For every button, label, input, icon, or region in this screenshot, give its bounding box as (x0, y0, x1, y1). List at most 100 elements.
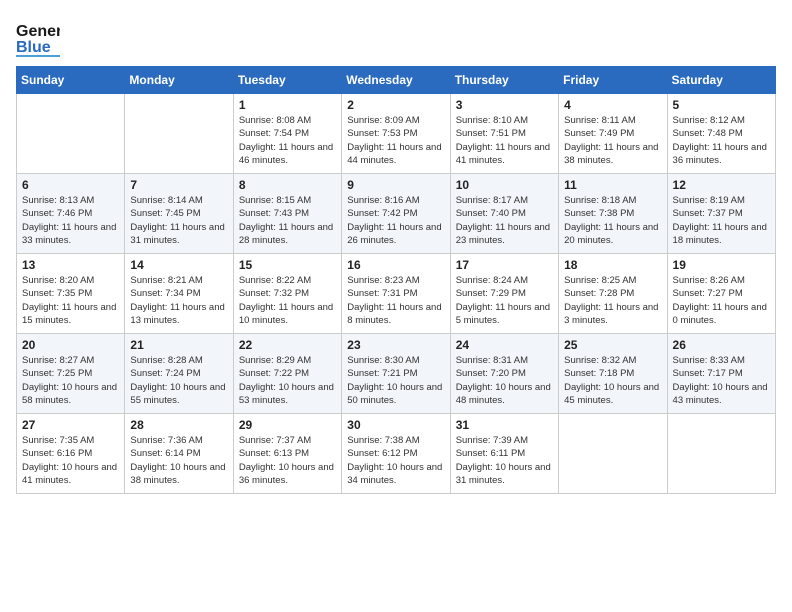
calendar-cell: 8 Sunrise: 8:15 AM Sunset: 7:43 PM Daylig… (233, 174, 341, 254)
day-number: 10 (456, 178, 553, 192)
day-content: Sunrise: 8:13 AM Sunset: 7:46 PM Dayligh… (22, 194, 119, 247)
calendar-cell: 29Sunrise: 7:37 AM Sunset: 6:13 PM Dayli… (233, 414, 341, 494)
page-header: General Blue (16, 16, 776, 56)
week-row-2: 6 Sunrise: 8:13 AM Sunset: 7:46 PM Daylig… (17, 174, 776, 254)
header-cell-thursday: Thursday (450, 67, 558, 94)
day-number: 23 (347, 338, 444, 352)
day-number: 2 (347, 98, 444, 112)
day-number: 5 (673, 98, 770, 112)
day-number: 19 (673, 258, 770, 272)
day-number: 24 (456, 338, 553, 352)
calendar-cell: 28 Sunrise: 7:36 AM Sunset: 6:14 PM Dayli… (125, 414, 233, 494)
day-content: Sunrise: 8:17 AM Sunset: 7:40 PM Dayligh… (456, 194, 553, 247)
calendar-cell: 27 Sunrise: 7:35 AM Sunset: 6:16 PM Dayli… (17, 414, 125, 494)
day-number: 27 (22, 418, 119, 432)
day-content: Sunrise: 7:35 AM Sunset: 6:16 PM Dayligh… (22, 434, 119, 487)
day-number: 8 (239, 178, 336, 192)
svg-text:Blue: Blue (16, 39, 51, 56)
day-content: Sunrise: 8:32 AM Sunset: 7:18 PM Dayligh… (564, 354, 661, 407)
day-number: 20 (22, 338, 119, 352)
day-content: Sunrise: 8:15 AM Sunset: 7:43 PM Dayligh… (239, 194, 336, 247)
week-row-4: 20 Sunrise: 8:27 AM Sunset: 7:25 PM Dayli… (17, 334, 776, 414)
day-content: Sunrise: 8:18 AM Sunset: 7:38 PM Dayligh… (564, 194, 661, 247)
header-cell-tuesday: Tuesday (233, 67, 341, 94)
calendar-cell: 25 Sunrise: 8:32 AM Sunset: 7:18 PM Dayli… (559, 334, 667, 414)
day-content: Sunrise: 7:39 AM Sunset: 6:11 PM Dayligh… (456, 434, 553, 487)
day-content: Sunrise: 8:14 AM Sunset: 7:45 PM Dayligh… (130, 194, 227, 247)
day-content: Sunrise: 7:38 AM Sunset: 6:12 PM Dayligh… (347, 434, 444, 487)
day-number: 3 (456, 98, 553, 112)
calendar-cell: 17 Sunrise: 8:24 AM Sunset: 7:29 PM Dayli… (450, 254, 558, 334)
calendar-cell: 14 Sunrise: 8:21 AM Sunset: 7:34 PM Dayli… (125, 254, 233, 334)
calendar-cell: 19 Sunrise: 8:26 AM Sunset: 7:27 PM Dayli… (667, 254, 775, 334)
calendar-cell: 20 Sunrise: 8:27 AM Sunset: 7:25 PM Dayli… (17, 334, 125, 414)
calendar-cell (125, 94, 233, 174)
day-content: Sunrise: 8:16 AM Sunset: 7:42 PM Dayligh… (347, 194, 444, 247)
day-number: 22 (239, 338, 336, 352)
calendar-cell: 10 Sunrise: 8:17 AM Sunset: 7:40 PM Dayli… (450, 174, 558, 254)
day-content: Sunrise: 8:21 AM Sunset: 7:34 PM Dayligh… (130, 274, 227, 327)
day-number: 14 (130, 258, 227, 272)
day-content: Sunrise: 8:33 AM Sunset: 7:17 PM Dayligh… (673, 354, 770, 407)
header-cell-sunday: Sunday (17, 67, 125, 94)
calendar-cell: 31Sunrise: 7:39 AM Sunset: 6:11 PM Dayli… (450, 414, 558, 494)
day-content: Sunrise: 8:23 AM Sunset: 7:31 PM Dayligh… (347, 274, 444, 327)
logo: General Blue (16, 16, 60, 56)
day-number: 6 (22, 178, 119, 192)
day-content: Sunrise: 8:10 AM Sunset: 7:51 PM Dayligh… (456, 114, 553, 167)
header-row: SundayMondayTuesdayWednesdayThursdayFrid… (17, 67, 776, 94)
day-number: 26 (673, 338, 770, 352)
day-number: 25 (564, 338, 661, 352)
calendar-cell (559, 414, 667, 494)
day-number: 13 (22, 258, 119, 272)
calendar-cell: 22 Sunrise: 8:29 AM Sunset: 7:22 PM Dayli… (233, 334, 341, 414)
day-content: Sunrise: 7:36 AM Sunset: 6:14 PM Dayligh… (130, 434, 227, 487)
calendar-cell: 24 Sunrise: 8:31 AM Sunset: 7:20 PM Dayli… (450, 334, 558, 414)
day-number: 17 (456, 258, 553, 272)
calendar-cell: 18 Sunrise: 8:25 AM Sunset: 7:28 PM Dayli… (559, 254, 667, 334)
week-row-3: 13 Sunrise: 8:20 AM Sunset: 7:35 PM Dayli… (17, 254, 776, 334)
day-content: Sunrise: 8:26 AM Sunset: 7:27 PM Dayligh… (673, 274, 770, 327)
day-number: 18 (564, 258, 661, 272)
header-cell-monday: Monday (125, 67, 233, 94)
day-content: Sunrise: 8:29 AM Sunset: 7:22 PM Dayligh… (239, 354, 336, 407)
calendar-cell: 23 Sunrise: 8:30 AM Sunset: 7:21 PM Dayli… (342, 334, 450, 414)
week-row-1: 1 Sunrise: 8:08 AM Sunset: 7:54 PM Daylig… (17, 94, 776, 174)
calendar-cell (17, 94, 125, 174)
calendar-cell (667, 414, 775, 494)
day-number: 21 (130, 338, 227, 352)
day-content: Sunrise: 8:31 AM Sunset: 7:20 PM Dayligh… (456, 354, 553, 407)
day-content: Sunrise: 8:27 AM Sunset: 7:25 PM Dayligh… (22, 354, 119, 407)
header-cell-wednesday: Wednesday (342, 67, 450, 94)
calendar-cell: 6 Sunrise: 8:13 AM Sunset: 7:46 PM Daylig… (17, 174, 125, 254)
calendar-cell: 13 Sunrise: 8:20 AM Sunset: 7:35 PM Dayli… (17, 254, 125, 334)
day-content: Sunrise: 8:28 AM Sunset: 7:24 PM Dayligh… (130, 354, 227, 407)
week-row-5: 27 Sunrise: 7:35 AM Sunset: 6:16 PM Dayli… (17, 414, 776, 494)
calendar-cell: 4 Sunrise: 8:11 AM Sunset: 7:49 PM Daylig… (559, 94, 667, 174)
calendar-cell: 3 Sunrise: 8:10 AM Sunset: 7:51 PM Daylig… (450, 94, 558, 174)
day-content: Sunrise: 8:25 AM Sunset: 7:28 PM Dayligh… (564, 274, 661, 327)
day-number: 30 (347, 418, 444, 432)
day-content: Sunrise: 8:11 AM Sunset: 7:49 PM Dayligh… (564, 114, 661, 167)
calendar-cell: 11 Sunrise: 8:18 AM Sunset: 7:38 PM Dayli… (559, 174, 667, 254)
day-content: Sunrise: 8:12 AM Sunset: 7:48 PM Dayligh… (673, 114, 770, 167)
day-content: Sunrise: 8:20 AM Sunset: 7:35 PM Dayligh… (22, 274, 119, 327)
day-number: 1 (239, 98, 336, 112)
day-number: 16 (347, 258, 444, 272)
day-number: 7 (130, 178, 227, 192)
day-content: Sunrise: 8:08 AM Sunset: 7:54 PM Dayligh… (239, 114, 336, 167)
calendar-cell: 16 Sunrise: 8:23 AM Sunset: 7:31 PM Dayli… (342, 254, 450, 334)
calendar-cell: 26 Sunrise: 8:33 AM Sunset: 7:17 PM Dayli… (667, 334, 775, 414)
calendar-cell: 30 Sunrise: 7:38 AM Sunset: 6:12 PM Dayli… (342, 414, 450, 494)
day-number: 12 (673, 178, 770, 192)
day-number: 28 (130, 418, 227, 432)
day-number: 11 (564, 178, 661, 192)
day-content: Sunrise: 8:19 AM Sunset: 7:37 PM Dayligh… (673, 194, 770, 247)
day-content: Sunrise: 7:37 AM Sunset: 6:13 PM Dayligh… (239, 434, 336, 487)
day-number: 4 (564, 98, 661, 112)
day-content: Sunrise: 8:30 AM Sunset: 7:21 PM Dayligh… (347, 354, 444, 407)
day-number: 9 (347, 178, 444, 192)
day-content: Sunrise: 8:24 AM Sunset: 7:29 PM Dayligh… (456, 274, 553, 327)
calendar-cell: 21 Sunrise: 8:28 AM Sunset: 7:24 PM Dayli… (125, 334, 233, 414)
calendar-cell: 1 Sunrise: 8:08 AM Sunset: 7:54 PM Daylig… (233, 94, 341, 174)
